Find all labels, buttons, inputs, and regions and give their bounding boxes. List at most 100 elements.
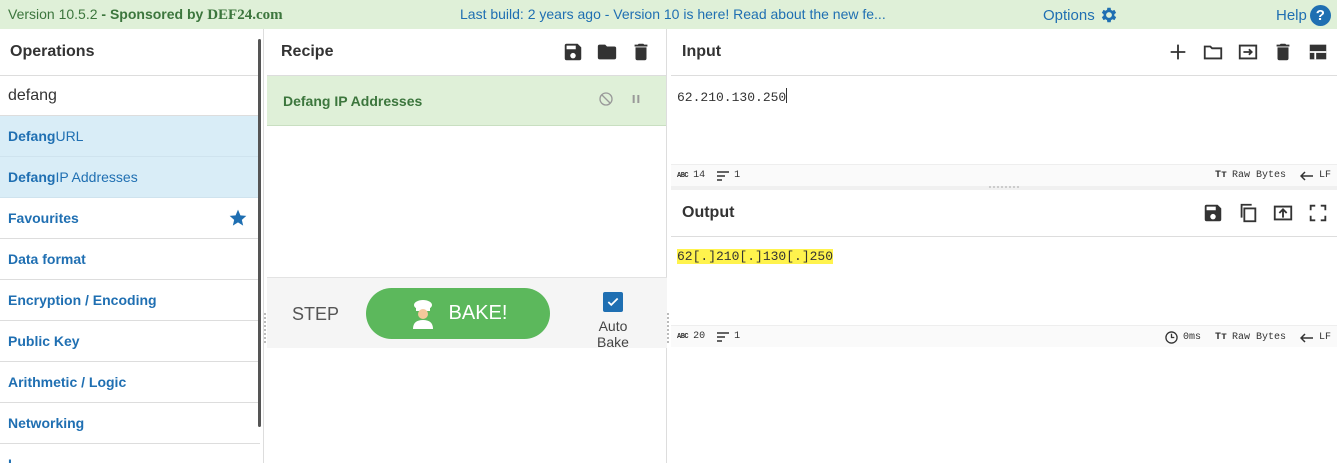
input-length: ABC 14 <box>677 170 705 181</box>
disable-icon[interactable] <box>598 91 614 107</box>
op-defang-ip-addresses[interactable]: Defang IP Addresses <box>0 157 260 198</box>
pause-icon[interactable] <box>628 91 644 107</box>
recipe-controls: STEP BAKE! Auto Bake <box>267 277 667 350</box>
output-encoding: Raw Bytes <box>1231 332 1286 343</box>
abc-icon: ABC <box>677 332 689 341</box>
text-size-icon: Tт <box>1214 170 1227 181</box>
options-button[interactable]: Options <box>1043 5 1119 25</box>
recipe-header: Recipe <box>267 29 666 76</box>
output-lines-value: 1 <box>734 331 741 342</box>
op-match: Defang <box>8 169 56 185</box>
output-header: Output <box>671 190 1337 237</box>
operations-pane: Operations defang Defang URL Defang IP A… <box>0 29 264 463</box>
maximise-icon[interactable] <box>1307 202 1329 224</box>
input-textarea[interactable]: 62.210.130.250 <box>671 76 1337 164</box>
lines-icon <box>717 331 730 342</box>
text-size-icon: Tт <box>1214 332 1227 343</box>
input-lines: 1 <box>717 170 740 181</box>
recipe-title: Recipe <box>281 43 334 60</box>
return-arrow-icon <box>1299 170 1313 181</box>
op-defang-url[interactable]: Defang URL <box>0 116 260 157</box>
chef-icon <box>412 299 433 329</box>
output-length: ABC 20 <box>677 331 705 342</box>
recipe-pane: Recipe Defang IP Addresses STEP BAKE! Au… <box>267 29 667 463</box>
star-icon <box>229 209 247 226</box>
input-toolbar <box>1167 41 1329 63</box>
folder-icon[interactable] <box>1202 41 1224 63</box>
step-button[interactable]: STEP <box>292 304 339 325</box>
bake-label: BAKE! <box>448 302 508 324</box>
plus-icon[interactable] <box>1167 41 1189 63</box>
import-icon[interactable] <box>1237 41 1259 63</box>
input-title: Input <box>682 43 722 60</box>
op-rest: IP Addresses <box>55 169 138 185</box>
category-label: Arithmetic / Logic <box>8 374 127 390</box>
gear-icon <box>1101 7 1116 23</box>
autobake-label: Auto Bake <box>597 318 629 350</box>
input-lines-value: 1 <box>734 170 741 181</box>
version-label: Version 10.5.2 <box>8 6 98 22</box>
recipe-operation-controls <box>598 91 644 107</box>
category-data-format[interactable]: Data format <box>0 239 260 280</box>
replace-input-icon[interactable] <box>1272 202 1294 224</box>
output-textarea[interactable]: 62[.]210[.]130[.]250 <box>671 237 1337 325</box>
category-label: Public Key <box>8 333 80 349</box>
op-match: Defang <box>8 128 56 144</box>
trash-icon[interactable] <box>1272 41 1294 63</box>
input-encoding: Raw Bytes <box>1231 170 1286 181</box>
category-label: Data format <box>8 251 86 267</box>
trash-icon[interactable] <box>630 41 652 63</box>
output-lines: 1 <box>717 331 740 342</box>
bake-button[interactable]: BAKE! <box>366 288 550 339</box>
save-icon[interactable] <box>1202 202 1224 224</box>
category-favourites[interactable]: Favourites <box>0 198 260 239</box>
input-encoding-button[interactable]: Tт Raw Bytes <box>1215 170 1286 181</box>
op-rest: URL <box>55 128 84 144</box>
layout-icon[interactable] <box>1307 41 1329 63</box>
output-toolbar <box>1202 202 1329 224</box>
save-icon[interactable] <box>562 41 584 63</box>
text-cursor <box>786 88 788 103</box>
output-format: 0ms Tт Raw Bytes LF <box>1165 331 1331 344</box>
input-stats: ABC 14 1 <box>677 170 740 181</box>
output-encoding-button[interactable]: Tт Raw Bytes <box>1215 332 1286 343</box>
question-icon: ? <box>1309 5 1331 26</box>
output-title: Output <box>682 204 735 221</box>
operations-search-input[interactable]: defang <box>0 76 260 116</box>
operations-title: Operations <box>0 29 260 76</box>
version-info: Version 10.5.2 - Sponsored by DEF24.com <box>8 6 283 24</box>
copy-icon[interactable] <box>1237 202 1259 224</box>
pane-resizer[interactable] <box>667 313 670 343</box>
folder-icon[interactable] <box>596 41 618 63</box>
autobake-checkbox[interactable] <box>603 292 623 312</box>
input-eol-button[interactable]: LF <box>1299 170 1331 181</box>
sponsor-link[interactable]: DEF24.com <box>207 7 282 23</box>
input-length-value: 14 <box>693 170 706 181</box>
help-button[interactable]: Help ? <box>1276 5 1331 26</box>
category-public-key[interactable]: Public Key <box>0 321 260 362</box>
help-label: Help <box>1276 7 1307 24</box>
sponsored-label: - Sponsored by <box>97 6 208 22</box>
clock-icon <box>1165 331 1178 344</box>
category-next[interactable]: L <box>0 444 260 463</box>
bake-time: 0ms <box>1165 331 1201 344</box>
category-encryption-encoding[interactable]: Encryption / Encoding <box>0 280 260 321</box>
input-text: 62.210.130.250 <box>677 90 787 105</box>
recipe-toolbar <box>562 41 652 63</box>
output-text: 62[.]210[.]130[.]250 <box>677 249 834 264</box>
recipe-operation[interactable]: Defang IP Addresses <box>267 76 666 126</box>
recipe-operation-label: Defang IP Addresses <box>283 92 423 109</box>
category-networking[interactable]: Networking <box>0 403 260 444</box>
check-icon <box>607 297 619 307</box>
divider-handle[interactable] <box>989 186 1019 189</box>
build-notice-link[interactable]: Last build: 2 years ago - Version 10 is … <box>460 6 886 22</box>
bake-time-value: 0ms <box>1182 332 1201 343</box>
category-label: L <box>8 456 17 463</box>
options-label: Options <box>1043 6 1095 24</box>
output-eol-button[interactable]: LF <box>1299 332 1331 343</box>
output-statusbar: ABC 20 1 0ms Tт Raw Bytes LF <box>671 325 1337 347</box>
operations-scrollbar[interactable] <box>258 39 261 427</box>
input-header: Input <box>671 29 1337 76</box>
category-arithmetic-logic[interactable]: Arithmetic / Logic <box>0 362 260 403</box>
autobake-toggle[interactable]: Auto Bake <box>581 292 645 350</box>
